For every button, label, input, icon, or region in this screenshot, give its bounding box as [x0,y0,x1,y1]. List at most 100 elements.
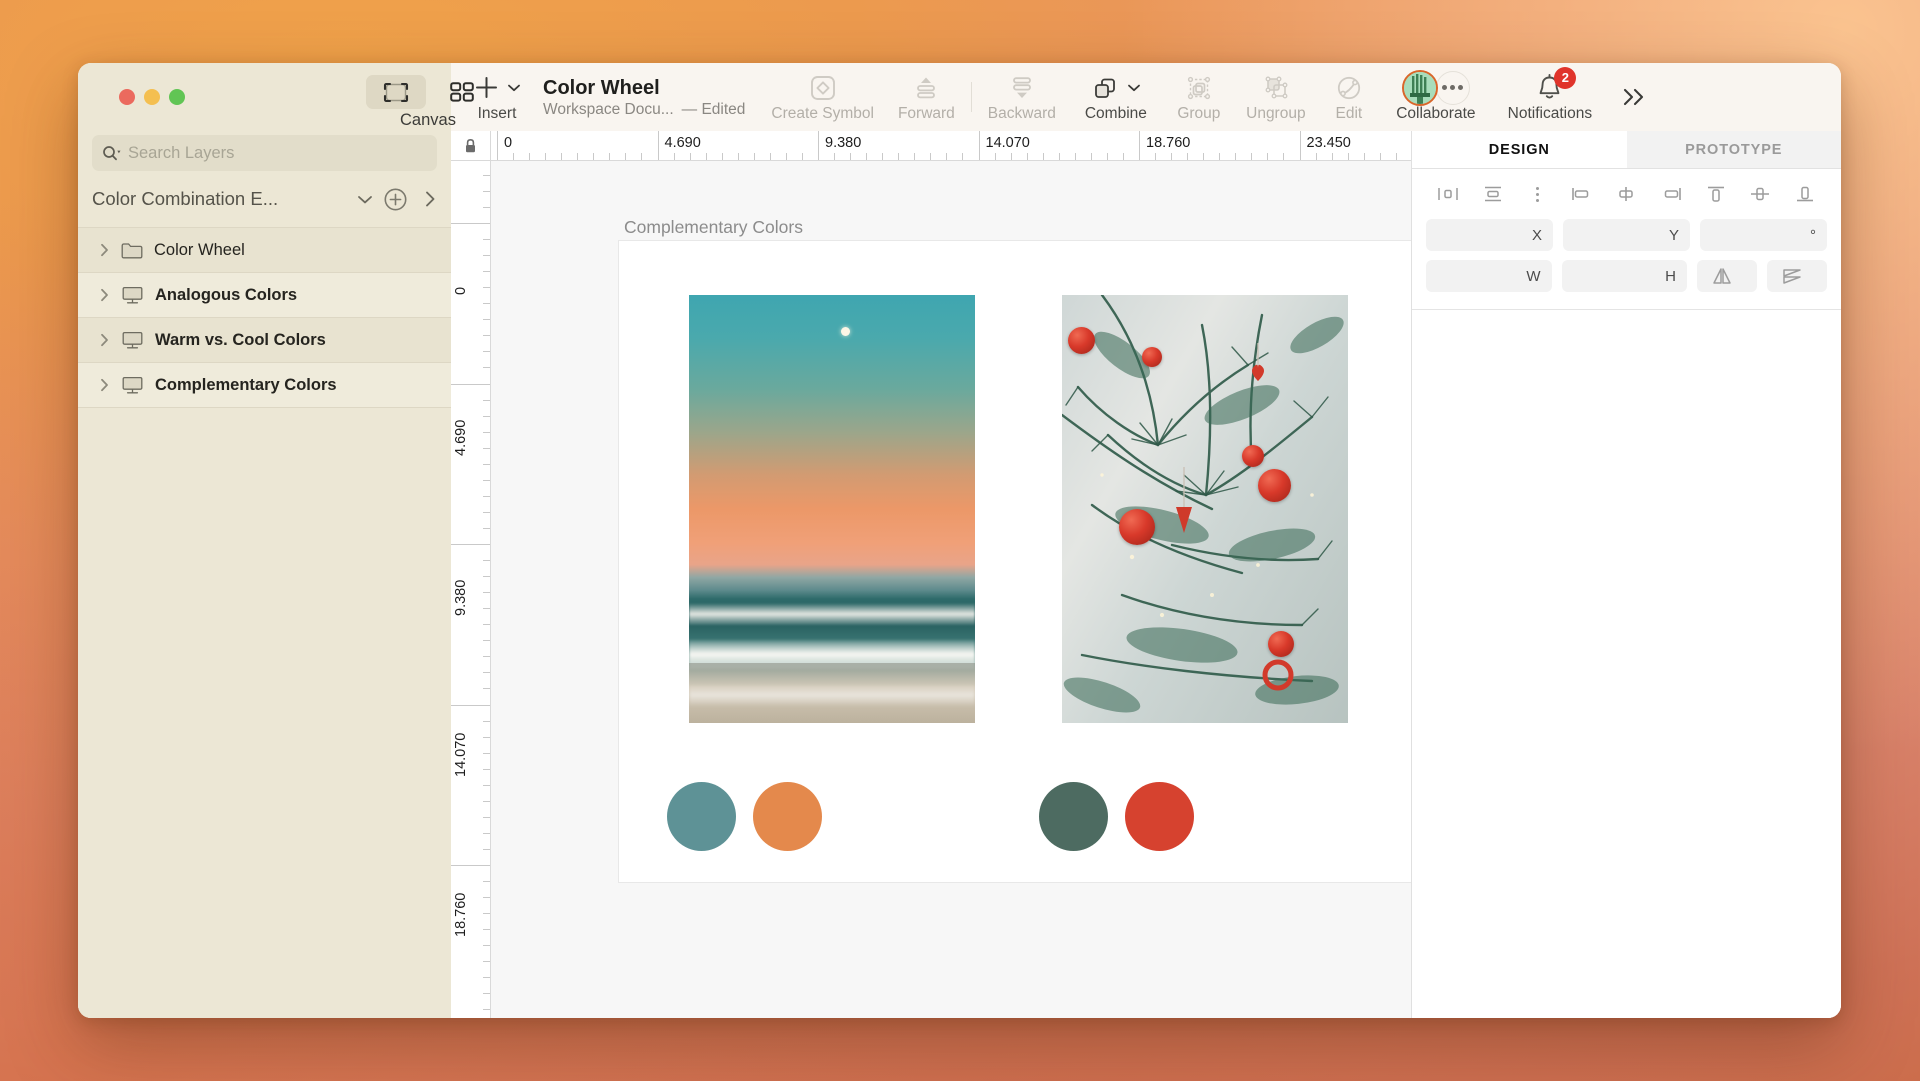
toolbar-overflow-button[interactable] [1608,63,1662,131]
ruler-lock-button[interactable] [451,131,491,160]
vertical-ruler[interactable]: 04.6909.38014.07018.760 [451,161,491,1018]
layer-row-warm-vs-cool-colors[interactable]: Warm vs. Cool Colors [78,318,451,363]
notifications-glyph: 2 [1535,72,1564,104]
dot [1450,85,1455,90]
window-body: Canvas Color Combination E... [78,63,1841,1018]
rotation-field[interactable]: ° [1700,219,1827,251]
backward-button[interactable]: Backward [976,63,1068,131]
notification-count-badge: 2 [1554,67,1576,89]
combine-button[interactable]: Combine [1068,63,1164,131]
ruler-minor-tick [483,705,490,706]
canvas-viewport[interactable]: Complementary Colors [491,161,1411,1018]
ruler-minor-tick [706,153,707,160]
artboard-icon [121,285,144,305]
combine-chevron-down-icon[interactable] [1127,83,1141,93]
ruler-minor-tick [483,753,490,754]
ruler-minor-tick [529,153,530,160]
align-top-icon[interactable] [1701,181,1731,207]
distribute-horizontal-icon[interactable] [1433,181,1463,207]
swatch-teal[interactable] [667,782,736,851]
tab-design[interactable]: DESIGN [1412,131,1627,168]
edit-button[interactable]: Edit [1318,63,1380,131]
layer-row-complementary-colors[interactable]: Complementary Colors [78,363,451,408]
ruler-minor-tick [483,303,490,304]
w-field[interactable]: W [1426,260,1552,292]
swatch-red[interactable] [1125,782,1194,851]
ungroup-button[interactable]: Ungroup [1234,63,1318,131]
horizontal-ruler-track[interactable]: 04.6909.38014.07018.76023.450 [491,131,1411,160]
create-symbol-button[interactable]: Create Symbol [759,63,886,131]
align-center-horizontal-icon[interactable] [1611,181,1641,207]
align-middle-vertical-icon[interactable] [1745,181,1775,207]
chevron-right-icon[interactable] [100,243,110,257]
christmas-tree-photo[interactable] [1062,295,1348,723]
h-field[interactable]: H [1562,260,1688,292]
ruler-minor-tick [690,153,691,160]
distribute-vertical-icon[interactable] [1478,181,1508,207]
page-chevron-down-icon[interactable] [357,194,373,205]
flip-horizontal-button[interactable] [1697,260,1757,292]
lock-icon [464,138,477,154]
ruler-label: 4.690 [453,419,469,455]
maximize-window-button[interactable] [169,89,185,105]
document-subtitle-row: Workspace Docu...— Edited [543,101,745,119]
grid-view-button[interactable] [432,75,492,109]
layer-row-color-wheel[interactable]: Color Wheel [78,228,451,273]
edit-label: Edit [1336,105,1363,123]
tab-prototype[interactable]: PROTOTYPE [1627,131,1842,168]
minimize-window-button[interactable] [144,89,160,105]
swatch-dark-green[interactable] [1039,782,1108,851]
more-options-icon[interactable] [1522,181,1552,207]
chevron-right-icon[interactable] [100,378,110,392]
main-column: Insert Color Wheel Workspace Docu...— Ed… [451,63,1841,1018]
add-page-plus-circle-icon[interactable] [383,187,408,212]
ruler-minor-tick [577,153,578,160]
canvas-view-button[interactable] [366,75,426,109]
artboard-complementary-colors[interactable] [619,241,1411,882]
ruler-minor-tick [483,881,490,882]
group-button[interactable]: Group [1164,63,1234,131]
ruler-minor-tick [483,416,490,417]
ruler-minor-tick [483,448,490,449]
collaborate-button[interactable]: Collaborate [1380,63,1492,131]
swatch-orange[interactable] [753,782,822,851]
search-input[interactable] [128,144,427,163]
ruler-minor-tick [483,849,490,850]
page-list-chevron-right-icon[interactable] [424,190,437,208]
close-window-button[interactable] [119,89,135,105]
traffic-light-buttons [119,89,185,105]
artboard-title[interactable]: Complementary Colors [624,217,803,238]
search-layers-box[interactable] [92,135,437,171]
ruler-label: 0 [453,287,469,295]
align-left-icon[interactable] [1567,181,1597,207]
insert-chevron-down-icon[interactable] [507,83,521,93]
align-bottom-icon[interactable] [1790,181,1820,207]
dot [1536,187,1539,190]
ruler-minor-tick [722,153,723,160]
view-mode-toggle [366,75,492,109]
layer-row-analogous-colors[interactable]: Analogous Colors [78,273,451,318]
x-field[interactable]: X [1426,219,1553,251]
h-label: H [1665,268,1676,285]
create-symbol-label: Create Symbol [771,105,874,123]
flip-horizontal-icon [1711,267,1733,285]
ruler-minor-tick [561,153,562,160]
forward-button[interactable]: Forward [886,63,967,131]
page-name-label[interactable]: Color Combination E... [92,188,347,210]
y-field[interactable]: Y [1563,219,1690,251]
sunset-beach-photo[interactable] [689,295,975,723]
ruler-label: 4.690 [665,135,701,151]
notifications-button[interactable]: 2 Notifications [1492,63,1608,131]
ruler-minor-tick [1396,153,1397,160]
symbol-diamond-icon [808,73,838,103]
ruler-minor-tick [483,688,490,689]
flip-vertical-button[interactable] [1767,260,1827,292]
ruler-minor-tick [882,153,883,160]
chevron-right-icon[interactable] [100,333,110,347]
more-collaborators-icon[interactable] [1436,71,1470,105]
ruler-minor-tick [483,287,490,288]
ruler-label: 14.070 [453,732,469,776]
chevron-right-icon[interactable] [100,288,110,302]
ruler-label: 9.380 [825,135,861,151]
align-right-icon[interactable] [1656,181,1686,207]
